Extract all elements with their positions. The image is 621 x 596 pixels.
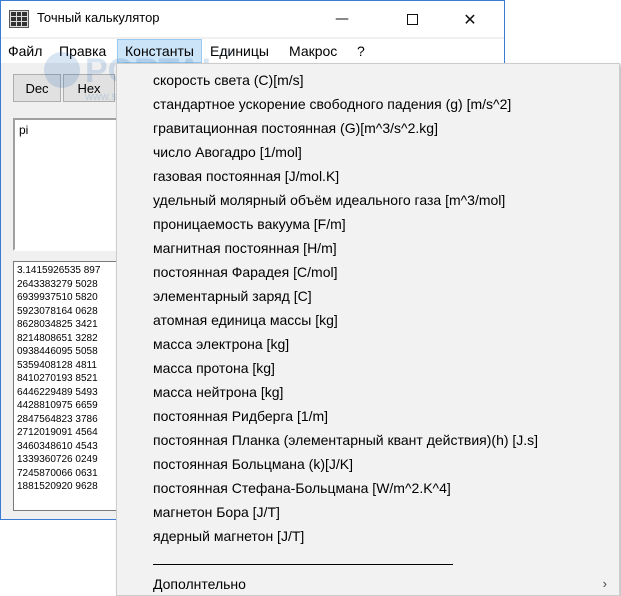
menu-item-stefan-boltzmann[interactable]: постоянная Стефана-Больцмана [W/m^2.K^4]	[117, 476, 619, 500]
result-line: 2643383279 5028	[17, 278, 98, 290]
close-button[interactable]: ✕	[447, 1, 493, 37]
title-bar[interactable]: Точный калькулятор — ✕	[1, 1, 504, 37]
result-line: 1339360726 0249	[17, 454, 98, 465]
result-output[interactable]: 3.1415926535 897 2643383279 5028 6939937…	[13, 261, 123, 511]
menu-item-more-label: Дополнтельно	[153, 576, 246, 592]
result-line: 2847564823 3786	[17, 413, 98, 425]
result-line: 8214808651 3282	[17, 332, 98, 344]
result-line: 0938446095 5058	[17, 346, 98, 357]
menu-constants[interactable]: Константы	[117, 39, 202, 63]
chevron-right-icon: ›	[602, 576, 607, 591]
result-line: 8628034825 3421	[17, 319, 98, 330]
result-line: 7245870066 0631	[17, 467, 98, 479]
menu-item-faraday[interactable]: постоянная Фарадея [C/mol]	[117, 260, 619, 284]
menu-item-gravitational-constant[interactable]: гравитационная постоянная (G)[m^3/s^2.kg…	[117, 116, 619, 140]
result-line: 1881520920 9628	[17, 481, 98, 492]
result-line: 5359408128 4811	[17, 359, 97, 371]
result-line: 6446229489 5493	[17, 386, 98, 398]
result-line: 8410270193 8521	[17, 373, 98, 384]
minimize-icon: —	[335, 11, 349, 27]
menu-item-electron-mass[interactable]: масса электрона [kg]	[117, 332, 619, 356]
maximize-button[interactable]	[389, 1, 435, 37]
hex-button[interactable]: Hex	[63, 74, 115, 102]
menu-help[interactable]: ?	[350, 39, 372, 63]
minimize-button[interactable]: —	[319, 1, 365, 37]
result-line: 3460348610 4543	[17, 440, 98, 452]
menu-item-planck[interactable]: постоянная Планка (элементарный квант де…	[117, 428, 619, 452]
dec-button[interactable]: Dec	[13, 74, 61, 102]
close-icon: ✕	[463, 9, 477, 29]
expression-input[interactable]: pi	[13, 118, 123, 251]
menu-item-vacuum-permittivity[interactable]: проницаемость вакуума [F/m]	[117, 212, 619, 236]
menu-item-rydberg[interactable]: постоянная Ридберга [1/m]	[117, 404, 619, 428]
menu-item-neutron-mass[interactable]: масса нейтрона [kg]	[117, 380, 619, 404]
result-line: 3.1415926535 897	[17, 265, 101, 276]
menu-file[interactable]: Файл	[1, 39, 49, 63]
result-line: 4428810975 6659	[17, 400, 98, 411]
calculator-app-icon[interactable]	[9, 10, 29, 28]
menu-item-speed-of-light[interactable]: скорость света (C)[m/s]	[117, 68, 619, 92]
result-line: 2712019091 4564	[17, 427, 98, 438]
result-line: 5923078164 0628	[17, 305, 98, 317]
menu-item-boltzmann[interactable]: постоянная Больцмана (k)[J/K]	[117, 452, 619, 476]
result-line: 6939937510 5820	[17, 292, 98, 303]
menu-bar: Файл Правка Константы Единицы Макрос ?	[1, 39, 504, 63]
menu-item-molar-volume[interactable]: удельный молярный объём идеального газа …	[117, 188, 619, 212]
menu-item-nuclear-magneton[interactable]: ядерный магнетон [J/T]	[117, 524, 619, 548]
menu-item-elementary-charge[interactable]: элементарный заряд [C]	[117, 284, 619, 308]
menu-macro[interactable]: Макрос	[282, 39, 344, 63]
menu-item-bohr-magneton[interactable]: магнетон Бора [J/T]	[117, 500, 619, 524]
window-title: Точный калькулятор	[37, 10, 160, 25]
menu-edit[interactable]: Правка	[52, 39, 113, 63]
maximize-icon	[406, 13, 418, 25]
menu-item-more[interactable]: Дополнтельно ›	[117, 572, 619, 596]
menu-item-proton-mass[interactable]: масса протона [kg]	[117, 356, 619, 380]
menu-item-magnetic-constant[interactable]: магнитная постоянная [H/m]	[117, 236, 619, 260]
menu-separator	[153, 564, 453, 565]
constants-dropdown-menu: скорость света (C)[m/s] стандартное уско…	[116, 63, 620, 596]
menu-item-gravity-acceleration[interactable]: стандартное ускорение свободного падения…	[117, 92, 619, 116]
menu-item-gas-constant[interactable]: газовая постоянная [J/mol.K]	[117, 164, 619, 188]
menu-item-atomic-mass-unit[interactable]: атомная единица массы [kg]	[117, 308, 619, 332]
menu-item-avogadro[interactable]: число Авогадро [1/mol]	[117, 140, 619, 164]
menu-units[interactable]: Единицы	[203, 39, 276, 63]
